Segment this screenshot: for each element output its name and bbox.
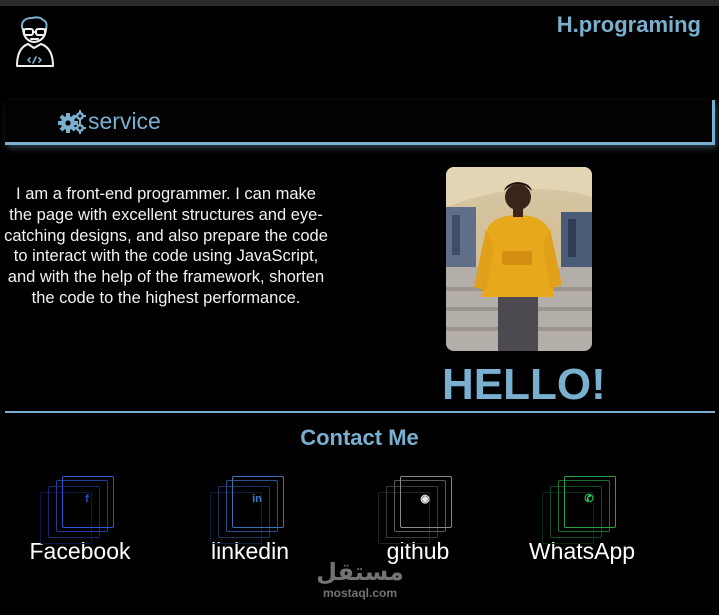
hello-heading: HELLO! <box>442 360 606 409</box>
whatsapp-icon: ✆ <box>542 476 622 544</box>
brand-title[interactable]: H.programing <box>557 12 701 38</box>
top-strip <box>0 0 719 6</box>
navbar: service <box>5 100 715 145</box>
programmer-avatar-icon <box>12 14 58 68</box>
nav-item-label: service <box>88 108 161 134</box>
linkedin-link[interactable]: in linkedin <box>190 476 310 565</box>
watermark-latin: mostaql.com <box>322 586 397 600</box>
mostaql-watermark: مستقل mostaql.com <box>310 558 410 600</box>
github-link[interactable]: ◉ github <box>358 476 478 565</box>
github-icon: ◉ <box>378 476 458 544</box>
profile-photo <box>446 167 592 351</box>
section-divider <box>5 411 715 413</box>
watermark-arabic: مستقل <box>316 558 404 586</box>
facebook-icon: f <box>40 476 120 544</box>
linkedin-icon: in <box>210 476 290 544</box>
whatsapp-link[interactable]: ✆ WhatsApp <box>522 476 642 565</box>
nav-item-service[interactable]: service <box>57 108 161 135</box>
gears-icon <box>58 109 86 134</box>
contact-title: Contact Me <box>300 425 419 450</box>
about-text: I am a front-end programmer. I can make … <box>4 185 328 307</box>
facebook-link[interactable]: f Facebook <box>20 476 140 565</box>
